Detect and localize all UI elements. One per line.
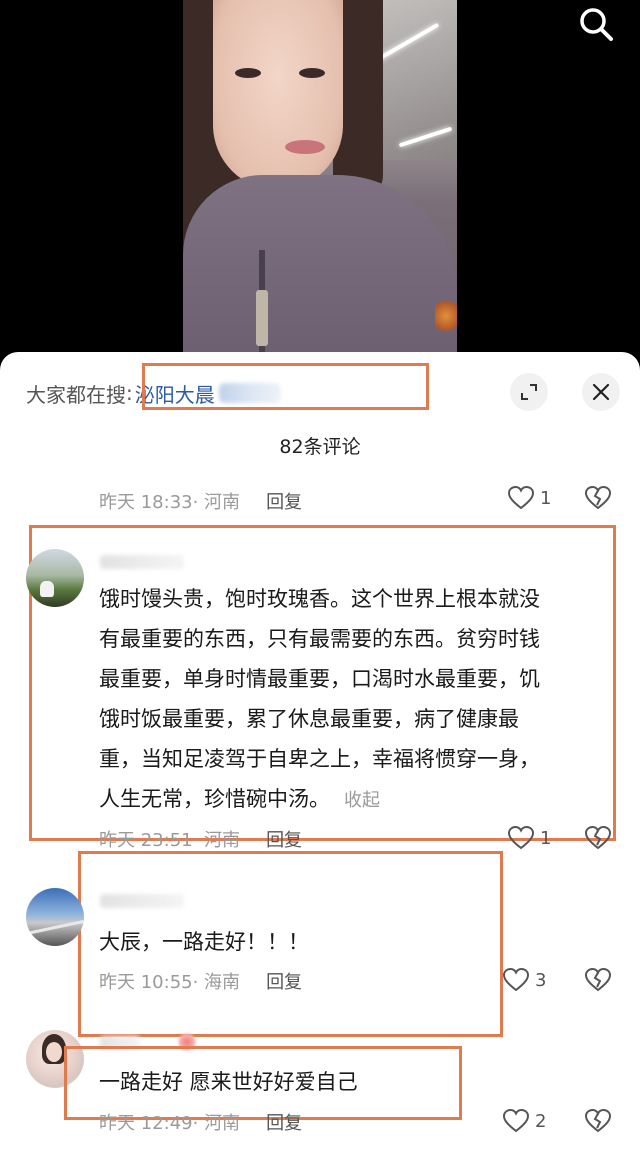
comment-line: 饿时馒头贵，饱时玫瑰香。这个世界上根本就没 — [99, 587, 540, 611]
username-blurred — [100, 555, 184, 569]
comment-line: 人生无常，珍惜碗中汤。 — [99, 787, 330, 811]
eye — [299, 68, 325, 78]
comment-time: 昨天 23:51 — [99, 830, 193, 851]
broken-heart-icon — [584, 485, 612, 510]
flowers — [435, 296, 457, 336]
like-count: 1 — [540, 827, 552, 849]
avatar[interactable] — [26, 1030, 84, 1088]
like-count: 3 — [535, 969, 547, 991]
like-button[interactable]: 1 — [508, 826, 551, 850]
comment-location: · 河南 — [192, 492, 241, 513]
comment-line: 重，当知足凌驾于自卑之上，幸福将惯穿一身， — [99, 747, 540, 771]
broken-heart-icon — [584, 1108, 612, 1133]
comment-time: 昨天 18:33 — [99, 492, 193, 513]
blurred-text — [218, 383, 281, 403]
comment-count-title: 82条评论 — [279, 436, 361, 458]
comments-panel: 大家都在搜 : 泌阳大晨 82条评论 昨天 18:33 · 河南 回复 1 饿时… — [0, 352, 640, 1150]
avatar[interactable] — [26, 888, 84, 946]
dislike-button[interactable] — [584, 485, 612, 514]
like-count: 1 — [540, 487, 552, 509]
comment-location: · 河南 — [192, 1113, 241, 1134]
zipper-pull — [256, 290, 268, 346]
close-button[interactable] — [582, 373, 620, 411]
avatar-road — [26, 920, 84, 935]
comment-text: 饿时馒头贵，饱时玫瑰香。这个世界上根本就没 有最重要的东西，只有最需要的东西。贫… — [99, 579, 540, 821]
search-button[interactable] — [574, 2, 618, 46]
like-button[interactable]: 3 — [503, 968, 546, 992]
comment-text: 大辰，一路走好！！！ — [99, 930, 309, 954]
avatar[interactable] — [26, 549, 84, 607]
comment-meta: 昨天 23:51 · 河南 回复 — [99, 826, 302, 852]
heart-icon — [503, 968, 529, 992]
comment-text: 一路走好 愿来世好好爱自己 — [99, 1070, 358, 1094]
like-count: 2 — [535, 1110, 547, 1132]
search-icon — [580, 8, 613, 41]
reply-button[interactable]: 回复 — [266, 488, 302, 514]
dislike-button[interactable] — [584, 967, 612, 996]
dislike-button[interactable] — [584, 825, 612, 854]
comment-meta: 昨天 12:49 · 河南 回复 — [99, 1109, 302, 1135]
eye — [235, 68, 261, 78]
video-frame — [183, 0, 457, 370]
trending-colon: : — [126, 381, 133, 405]
username-blurred — [100, 894, 184, 908]
comment-meta: 昨天 18:33 · 河南 回复 — [99, 488, 302, 514]
username-blurred — [100, 1036, 140, 1050]
trending-term-link[interactable]: 泌阳大晨 — [135, 379, 215, 408]
reply-button[interactable]: 回复 — [266, 1109, 302, 1135]
reply-button[interactable]: 回复 — [266, 826, 302, 852]
heart-icon — [508, 826, 534, 850]
heart-icon — [503, 1109, 529, 1133]
comment-location: · 海南 — [192, 972, 241, 993]
comment-time: 昨天 10:55 — [99, 972, 193, 993]
badge-blurred — [178, 1033, 196, 1051]
heart-icon — [508, 486, 534, 510]
expand-button[interactable] — [510, 373, 548, 411]
dislike-button[interactable] — [584, 1108, 612, 1137]
comment-line: 有最重要的东西，只有最需要的东西。贫穷时钱 — [99, 627, 540, 651]
trending-search[interactable]: 大家都在搜 : 泌阳大晨 — [26, 378, 281, 408]
broken-heart-icon — [584, 825, 612, 850]
broken-heart-icon — [584, 967, 612, 992]
close-icon — [592, 383, 610, 401]
avatar-figure — [40, 581, 54, 597]
trending-label: 大家都在搜 — [26, 382, 126, 407]
face — [213, 0, 343, 190]
comment-meta: 昨天 10:55 · 海南 回复 — [99, 968, 302, 994]
expand-icon — [521, 384, 537, 400]
comment-line: 最重要，单身时情最重要，口渴时水最重要，饥 — [99, 667, 540, 691]
comment-line: 饿时饭最重要，累了休息最重要，病了健康最 — [99, 707, 519, 731]
avatar-face — [46, 1042, 62, 1062]
reply-button[interactable]: 回复 — [266, 968, 302, 994]
comment-location: · 河南 — [192, 830, 241, 851]
lips — [285, 140, 325, 154]
video-player[interactable] — [0, 0, 640, 370]
collapse-button[interactable]: 收起 — [344, 790, 380, 811]
comment-time: 昨天 12:49 — [99, 1113, 193, 1134]
jacket — [183, 175, 457, 370]
like-button[interactable]: 1 — [508, 486, 551, 510]
like-button[interactable]: 2 — [503, 1109, 546, 1133]
